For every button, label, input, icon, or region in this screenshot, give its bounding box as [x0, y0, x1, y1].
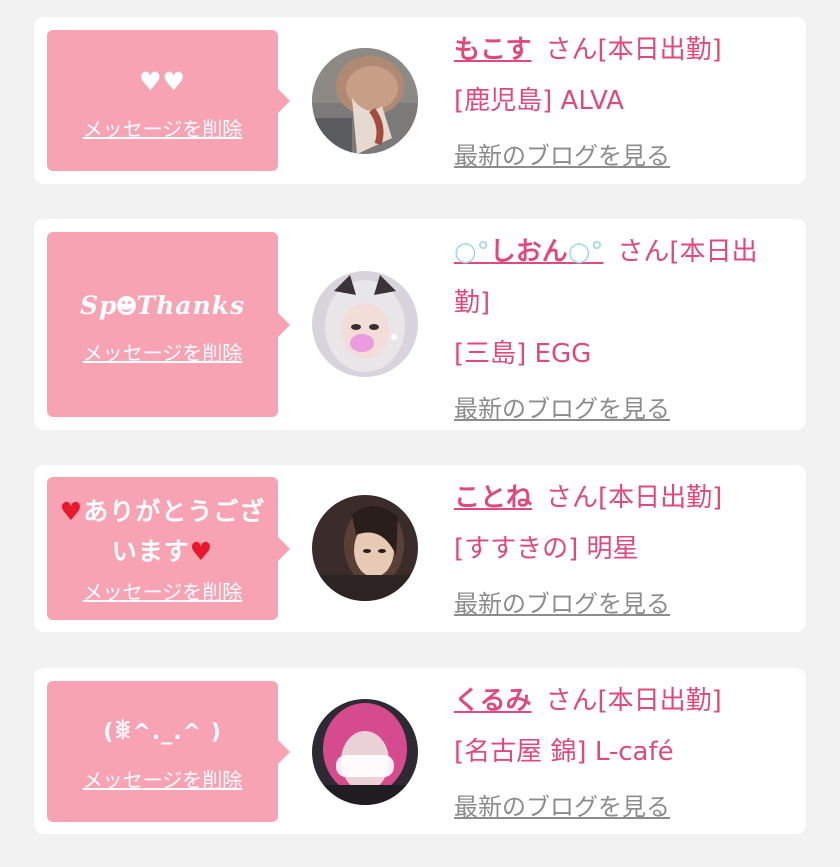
message-text: ♥♥ — [133, 59, 192, 105]
delete-message-link[interactable]: メッセージを削除 — [83, 764, 243, 793]
avatar[interactable] — [312, 271, 418, 377]
name-line: もこす さん[本日出勤] — [454, 25, 788, 76]
red-heart-icon: ♥ — [59, 497, 84, 526]
name-line: ○°しおん○° さん[本日出勤] — [454, 227, 788, 329]
avatar[interactable] — [312, 699, 418, 805]
attendance-label: さん[本日出勤] — [546, 483, 723, 513]
message-card: ♥♥ メッセージを削除 もこす さん[本日出勤] [鹿児島] ALVA 最新のブロ… — [34, 17, 806, 184]
message-bubble: (ꒌ^._.^ ) メッセージを削除 — [47, 681, 290, 822]
message-card: ♥ありがとうございます♥ メッセージを削除 ことね さん[本日出勤] [すすきの]… — [34, 465, 806, 632]
area-label: [三島] EGG — [454, 339, 592, 369]
avatar[interactable] — [312, 48, 418, 154]
smile-icon — [117, 296, 137, 315]
bubble-icon: ○° — [454, 237, 490, 267]
white-heart-icon: ♥♥ — [139, 67, 186, 96]
message-card: (ꒌ^._.^ ) メッセージを削除 くるみ さん[本日出勤] [名古屋 錦] L… — [34, 668, 806, 834]
message-card: Sp Thanks メッセージを削除 ○°しおん○° さん[本日出勤] [三島] E… — [34, 219, 806, 430]
latest-blog-link[interactable]: 最新のブログを見る — [454, 782, 670, 833]
cast-info: もこす さん[本日出勤] [鹿児島] ALVA 最新のブログを見る — [454, 25, 788, 182]
name-line: くるみ さん[本日出勤] — [454, 676, 788, 727]
attendance-label: さん[本日出勤] — [545, 686, 722, 716]
message-text: (ꒌ^._.^ ) — [103, 720, 222, 745]
attendance-label: さん[本日出勤] — [545, 35, 722, 65]
cast-info: ことね さん[本日出勤] [すすきの] 明星 最新のブログを見る — [454, 473, 788, 630]
delete-message-link[interactable]: メッセージを削除 — [83, 576, 243, 605]
name-line: ことね さん[本日出勤] — [454, 473, 788, 524]
cast-info: ○°しおん○° さん[本日出勤] [三島] EGG 最新のブログを見る — [454, 227, 788, 435]
bubble-icon: ○° — [567, 237, 604, 267]
area-label: [鹿児島] ALVA — [454, 86, 624, 116]
message-body: ありがとうございます — [83, 497, 266, 566]
cast-name-text: しおん — [489, 237, 568, 267]
message-bubble: ♥ありがとうございます♥ メッセージを削除 — [47, 477, 290, 620]
avatar[interactable] — [312, 495, 418, 601]
cast-name-link[interactable]: もこす — [454, 35, 531, 65]
cast-name-link[interactable]: ことね — [454, 483, 532, 513]
cast-name-link[interactable]: ○°しおん○° — [454, 237, 603, 267]
message-bubble: Sp Thanks メッセージを削除 — [47, 232, 290, 417]
delete-message-link[interactable]: メッセージを削除 — [83, 337, 243, 366]
message-text: Sp Thanks — [74, 283, 251, 329]
message-text: ♥ありがとうございます♥ — [47, 492, 278, 572]
area-label: [名古屋 錦] L-café — [454, 737, 674, 767]
latest-blog-link[interactable]: 最新のブログを見る — [454, 384, 670, 435]
cast-name-link[interactable]: くるみ — [454, 686, 531, 716]
message-prefix: Sp — [79, 291, 118, 320]
latest-blog-link[interactable]: 最新のブログを見る — [454, 579, 670, 630]
message-suffix: Thanks — [136, 291, 246, 320]
delete-message-link[interactable]: メッセージを削除 — [83, 113, 243, 142]
message-bubble: ♥♥ メッセージを削除 — [47, 30, 290, 171]
cast-info: くるみ さん[本日出勤] [名古屋 錦] L-café 最新のブログを見る — [454, 676, 788, 833]
area-label: [すすきの] 明星 — [454, 534, 639, 564]
red-heart-icon: ♥ — [189, 537, 214, 566]
latest-blog-link[interactable]: 最新のブログを見る — [454, 131, 670, 182]
